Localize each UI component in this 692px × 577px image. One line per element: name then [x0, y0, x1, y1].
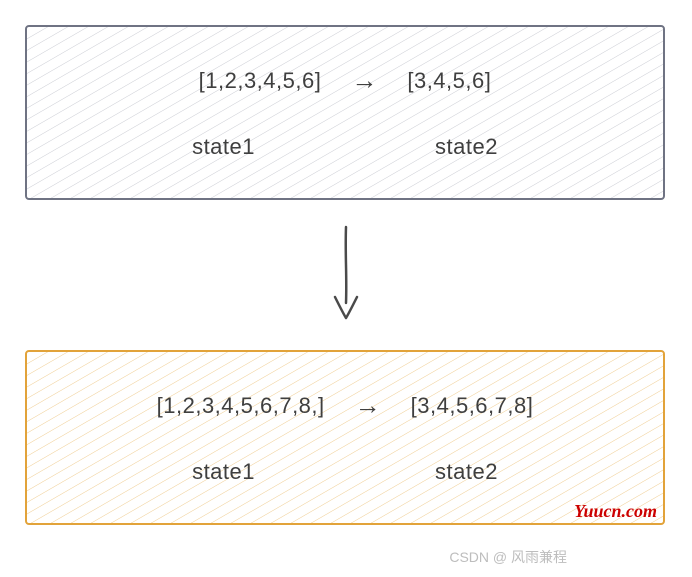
bottom-state-box: [1,2,3,4,5,6,7,8,] → [3,4,5,6,7,8] state…: [25, 350, 665, 525]
top-lists-row: [1,2,3,4,5,6] → [3,4,5,6]: [27, 65, 663, 96]
top-state1-list: [1,2,3,4,5,6]: [199, 68, 322, 94]
bottom-lists-row: [1,2,3,4,5,6,7,8,] → [3,4,5,6,7,8]: [27, 390, 663, 421]
top-labels-row: state1 state2: [27, 134, 663, 160]
bottom-state2-list: [3,4,5,6,7,8]: [411, 393, 534, 419]
bottom-state1-label: state1: [192, 459, 255, 485]
top-state-box: [1,2,3,4,5,6] → [3,4,5,6] state1 state2: [25, 25, 665, 200]
bottom-state1-list: [1,2,3,4,5,6,7,8,]: [157, 393, 325, 419]
watermark-csdn: CSDN @ 风雨兼程: [449, 547, 567, 567]
arrow-right-icon: →: [351, 65, 377, 96]
arrow-right-icon: →: [355, 390, 381, 421]
diagram-canvas: [1,2,3,4,5,6] → [3,4,5,6] state1 state2: [0, 0, 692, 577]
arrow-down-icon: [329, 225, 363, 325]
top-state2-label: state2: [435, 134, 498, 160]
bottom-state2-label: state2: [435, 459, 498, 485]
top-state1-label: state1: [192, 134, 255, 160]
top-state2-list: [3,4,5,6]: [407, 68, 491, 94]
bottom-labels-row: state1 state2: [27, 459, 663, 485]
